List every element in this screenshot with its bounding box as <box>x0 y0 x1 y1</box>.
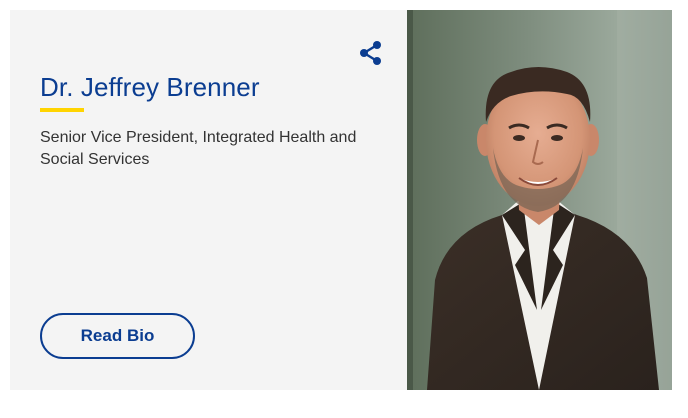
share-button[interactable] <box>356 38 386 68</box>
portrait-illustration <box>407 10 672 390</box>
profile-info-panel: Dr. Jeffrey Brenner Senior Vice Presiden… <box>10 10 407 390</box>
profile-photo <box>407 10 672 390</box>
person-title: Senior Vice President, Integrated Health… <box>40 129 357 168</box>
name-accent-bar <box>40 108 84 112</box>
person-name: Dr. Jeffrey Brenner <box>40 72 260 102</box>
read-bio-button[interactable]: Read Bio <box>40 313 195 359</box>
share-icon <box>360 41 381 65</box>
profile-card: Dr. Jeffrey Brenner Senior Vice Presiden… <box>10 10 672 390</box>
